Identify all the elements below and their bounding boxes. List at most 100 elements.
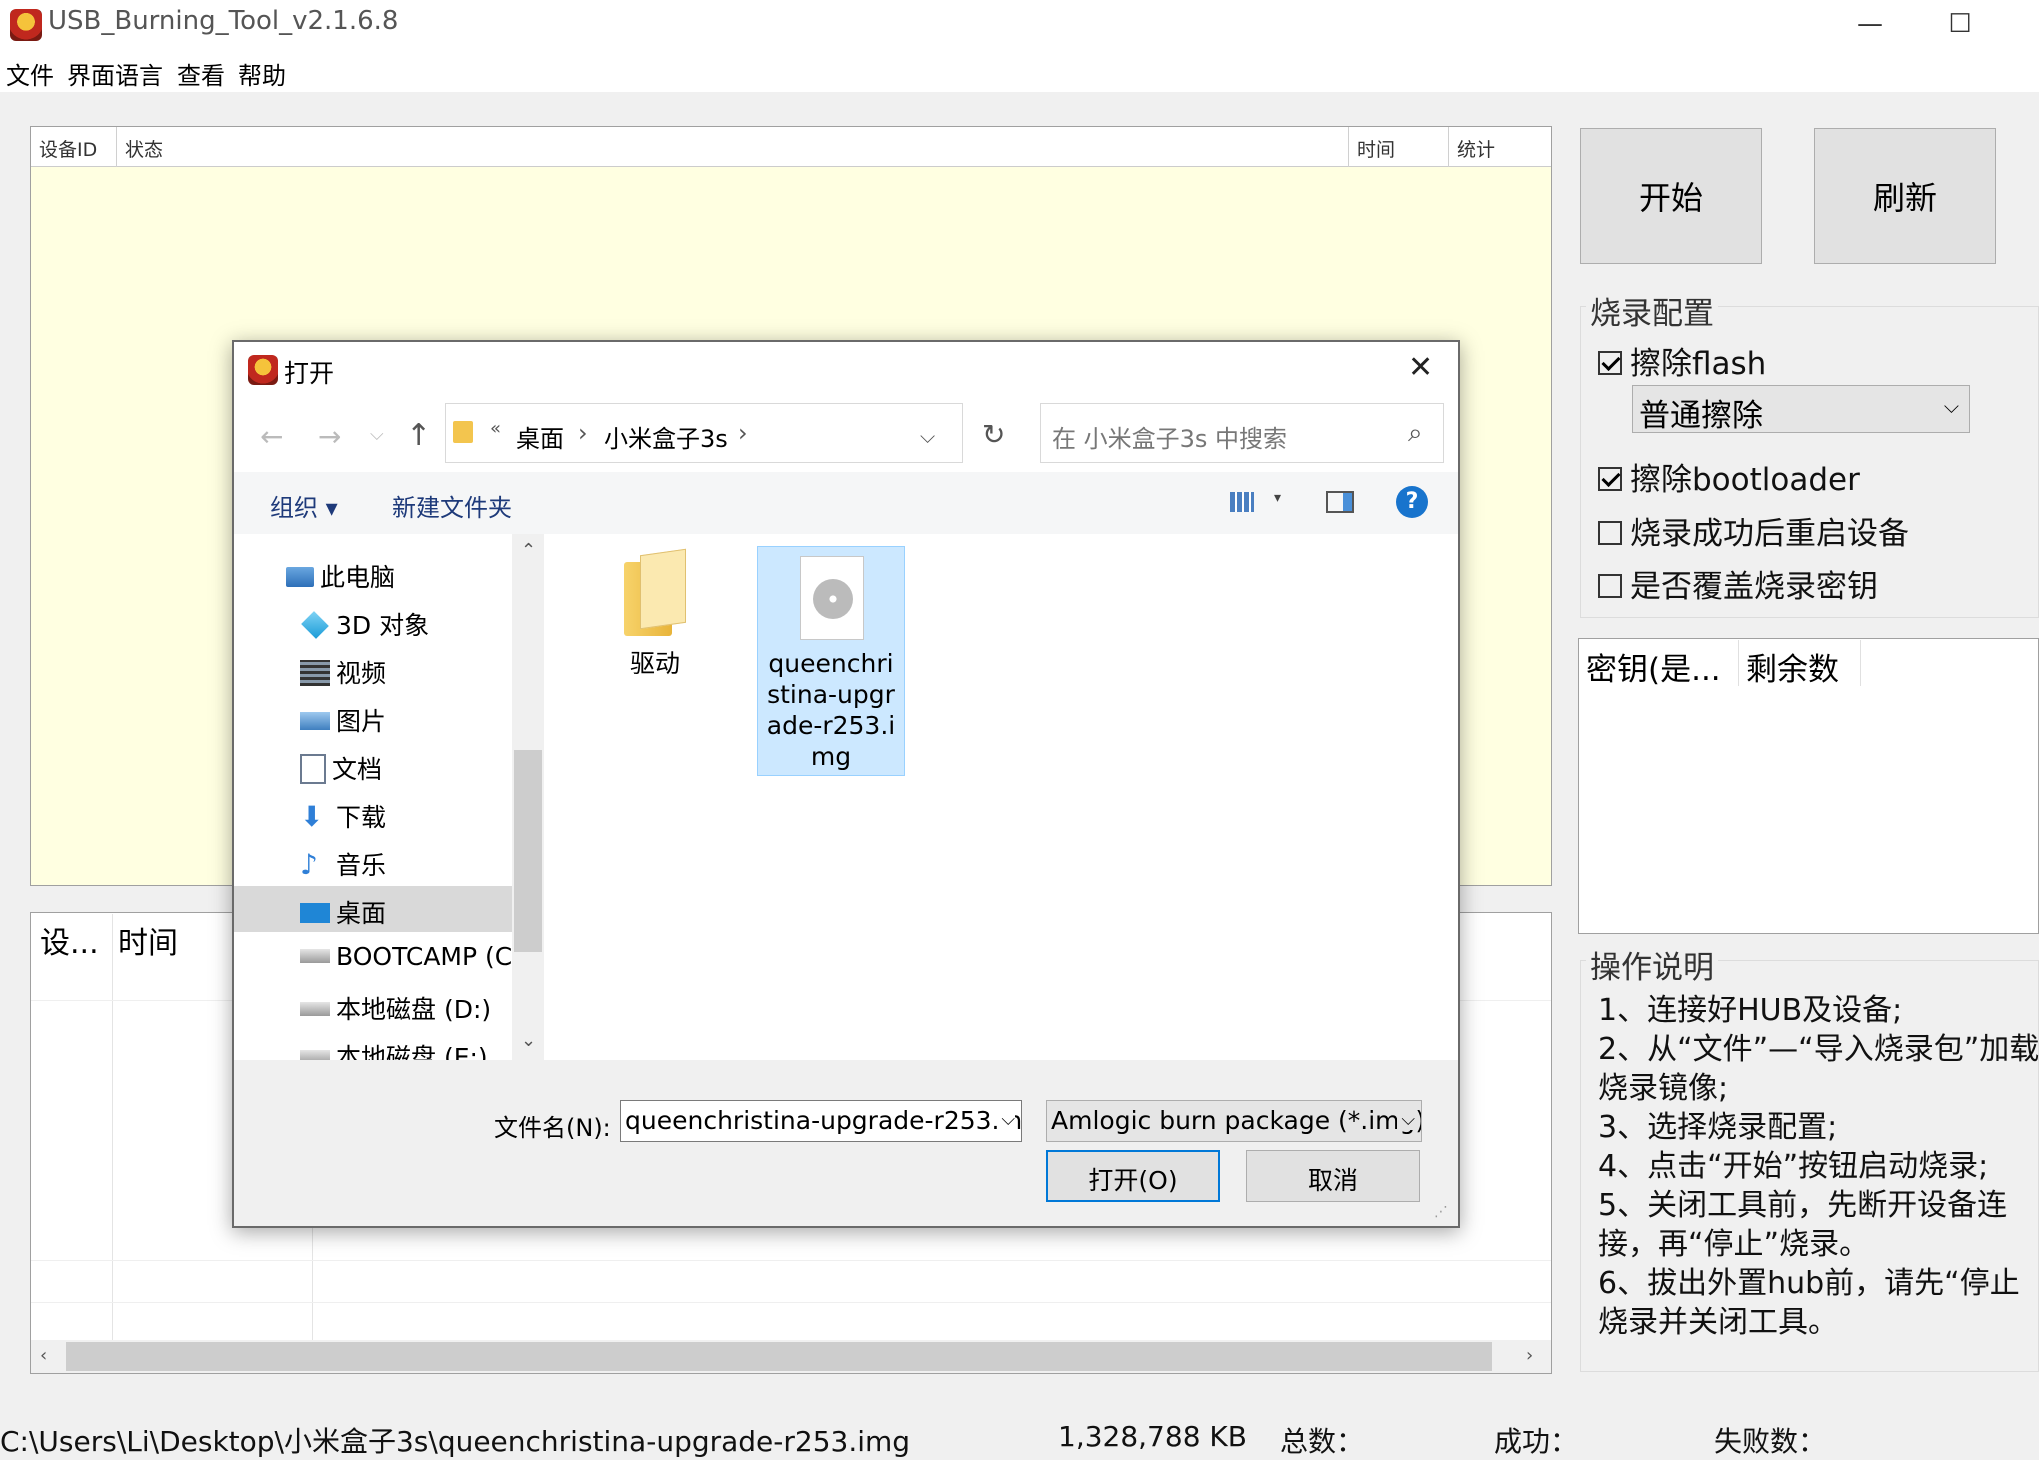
- music-icon: ♪: [300, 848, 318, 881]
- refresh-button[interactable]: 刷新: [1814, 128, 1996, 264]
- chevron-down-icon: ⌵: [1397, 1109, 1415, 1130]
- reboot-after-checkbox[interactable]: 烧录成功后重启设备: [1598, 508, 1909, 553]
- tree-item-this-pc[interactable]: 此电脑: [286, 558, 395, 594]
- erase-mode-select[interactable]: 普通擦除 ⌵: [1632, 385, 1970, 434]
- chevron-down-icon[interactable]: ⌵: [997, 1109, 1015, 1130]
- scrollbar-thumb[interactable]: [514, 750, 542, 952]
- maximize-button[interactable]: ☐: [1930, 0, 1990, 48]
- organize-button[interactable]: 组织 ▾: [270, 488, 338, 523]
- breadcrumb-separator[interactable]: ›: [738, 419, 748, 447]
- instruction-line: 1、连接好HUB及设备;: [1598, 993, 1903, 1028]
- folder-icon: [453, 421, 473, 443]
- video-icon: [300, 660, 330, 686]
- view-options-icon[interactable]: [1230, 492, 1254, 512]
- menu-language[interactable]: 界面语言: [67, 56, 163, 91]
- tree-item-drive-c[interactable]: BOOTCAMP (C:: [300, 942, 521, 971]
- tree-item-drive-d[interactable]: 本地磁盘 (D:): [300, 990, 491, 1026]
- help-icon[interactable]: ?: [1396, 486, 1428, 518]
- dialog-close-icon[interactable]: ✕: [1408, 350, 1433, 385]
- scroll-up-icon[interactable]: ⌃: [521, 540, 536, 561]
- col-stats[interactable]: 统计: [1449, 127, 1549, 167]
- resize-grip-icon[interactable]: ⋰: [1434, 1204, 1448, 1220]
- erase-flash-label: 擦除flash: [1630, 346, 1767, 382]
- window-title: USB_Burning_Tool_v2.1.6.8: [48, 6, 399, 36]
- col-device-id[interactable]: 设备ID: [31, 127, 117, 167]
- tree-item-drive-e[interactable]: 本地磁盘 (E:): [300, 1038, 488, 1060]
- address-divider: [962, 403, 963, 463]
- erase-bootloader-checkbox[interactable]: 擦除bootloader: [1598, 454, 1860, 499]
- log-row-line: [31, 1302, 1551, 1303]
- back-arrow-icon[interactable]: ←: [260, 420, 283, 453]
- menu-file[interactable]: 文件: [6, 56, 54, 91]
- erase-mode-value: 普通擦除: [1639, 398, 1763, 434]
- file-name-img-line[interactable]: ade-r253.i: [757, 710, 905, 741]
- scroll-left-icon[interactable]: ‹: [40, 1345, 47, 1366]
- tree-item-videos[interactable]: 视频: [300, 654, 386, 690]
- key-col-remaining[interactable]: 剩余数: [1746, 644, 1839, 689]
- filetype-select[interactable]: Amlogic burn package (*.img) ⌵: [1046, 1100, 1422, 1142]
- cube-icon: [301, 611, 329, 639]
- instructions-title: 操作说明: [1586, 942, 1718, 987]
- file-name-img-line[interactable]: queenchri: [757, 648, 905, 679]
- instruction-line: 接，再“停止”烧录。: [1598, 1227, 1870, 1262]
- menu-help[interactable]: 帮助: [238, 56, 286, 91]
- filename-input[interactable]: queenchristina-upgrade-r253.in ⌵: [620, 1100, 1022, 1142]
- scroll-down-icon[interactable]: ⌄: [521, 1030, 536, 1051]
- instruction-line: 3、选择烧录配置;: [1598, 1110, 1838, 1145]
- filename-value: queenchristina-upgrade-r253.in: [625, 1106, 1022, 1135]
- tree-item-label: BOOTCAMP (C:: [336, 942, 521, 971]
- tree-item-label: 本地磁盘 (E:): [336, 1043, 488, 1060]
- cancel-button[interactable]: 取消: [1246, 1150, 1420, 1202]
- search-icon[interactable]: ⌕: [1408, 418, 1423, 449]
- file-name-img-line[interactable]: stina-upgr: [757, 679, 905, 710]
- breadcrumb-overflow[interactable]: «: [490, 418, 501, 439]
- file-name-drivers[interactable]: 驱动: [600, 648, 710, 679]
- key-col-key[interactable]: 密钥(是...: [1586, 644, 1721, 689]
- refresh-icon[interactable]: ↻: [982, 418, 1005, 451]
- scroll-right-icon[interactable]: ›: [1526, 1345, 1533, 1366]
- col-status[interactable]: 状态: [117, 127, 1349, 167]
- minimize-button[interactable]: —: [1840, 0, 1900, 48]
- checkbox-unchecked-icon[interactable]: [1598, 573, 1622, 598]
- checkbox-checked-icon[interactable]: [1598, 466, 1622, 491]
- tree-item-desktop[interactable]: 桌面: [300, 894, 386, 930]
- instruction-line: 4、点击“开始”按钮启动烧录;: [1598, 1149, 1989, 1184]
- tree-item-3d-objects[interactable]: 3D 对象: [300, 606, 429, 642]
- breadcrumb-separator[interactable]: ›: [578, 419, 588, 447]
- tree-item-downloads[interactable]: ⬇ 下载: [300, 798, 386, 834]
- filename-label: 文件名(N):: [494, 1114, 611, 1142]
- document-icon: [300, 754, 326, 784]
- file-item-drivers[interactable]: [618, 548, 692, 642]
- tree-item-label: 文档: [332, 755, 383, 784]
- open-button[interactable]: 打开(O): [1046, 1150, 1220, 1202]
- menu-view[interactable]: 查看: [177, 56, 225, 91]
- chevron-down-icon: ⌵: [1943, 394, 1959, 418]
- new-folder-button[interactable]: 新建文件夹: [392, 488, 512, 523]
- tree-item-documents[interactable]: 文档: [300, 750, 382, 786]
- start-button[interactable]: 开始: [1580, 128, 1762, 264]
- forward-arrow-icon[interactable]: →: [318, 420, 341, 453]
- instruction-line: 6、拔出外置hub前，请先“停止: [1598, 1266, 2020, 1301]
- address-dropdown-icon[interactable]: ⌵: [920, 424, 935, 448]
- tree-item-pictures[interactable]: 图片: [300, 702, 386, 738]
- breadcrumb-desktop[interactable]: 桌面: [516, 419, 564, 454]
- scrollbar-thumb[interactable]: [66, 1342, 1492, 1371]
- log-col-time[interactable]: 时间: [118, 918, 178, 962]
- view-dropdown-icon[interactable]: ▾: [1274, 490, 1281, 506]
- drive-icon: [300, 1050, 330, 1060]
- checkbox-checked-icon[interactable]: [1598, 350, 1622, 375]
- file-name-img-line[interactable]: mg: [757, 741, 905, 772]
- breadcrumb-folder[interactable]: 小米盒子3s: [604, 419, 728, 454]
- recent-chevron-icon[interactable]: ⌵: [370, 424, 384, 445]
- status-total: 总数：: [1280, 1425, 1365, 1458]
- up-arrow-icon[interactable]: ↑: [406, 418, 431, 453]
- tree-clip: 本地磁盘 (E:): [234, 1036, 512, 1060]
- log-col-device[interactable]: 设...: [40, 918, 99, 962]
- tree-item-music[interactable]: ♪ 音乐: [300, 846, 386, 882]
- overwrite-key-checkbox[interactable]: 是否覆盖烧录密钥: [1598, 561, 1878, 606]
- preview-pane-icon[interactable]: [1326, 491, 1354, 513]
- checkbox-unchecked-icon[interactable]: [1598, 520, 1622, 545]
- erase-flash-checkbox[interactable]: 擦除flash: [1598, 338, 1766, 383]
- reboot-after-label: 烧录成功后重启设备: [1630, 516, 1909, 552]
- col-time[interactable]: 时间: [1349, 127, 1449, 167]
